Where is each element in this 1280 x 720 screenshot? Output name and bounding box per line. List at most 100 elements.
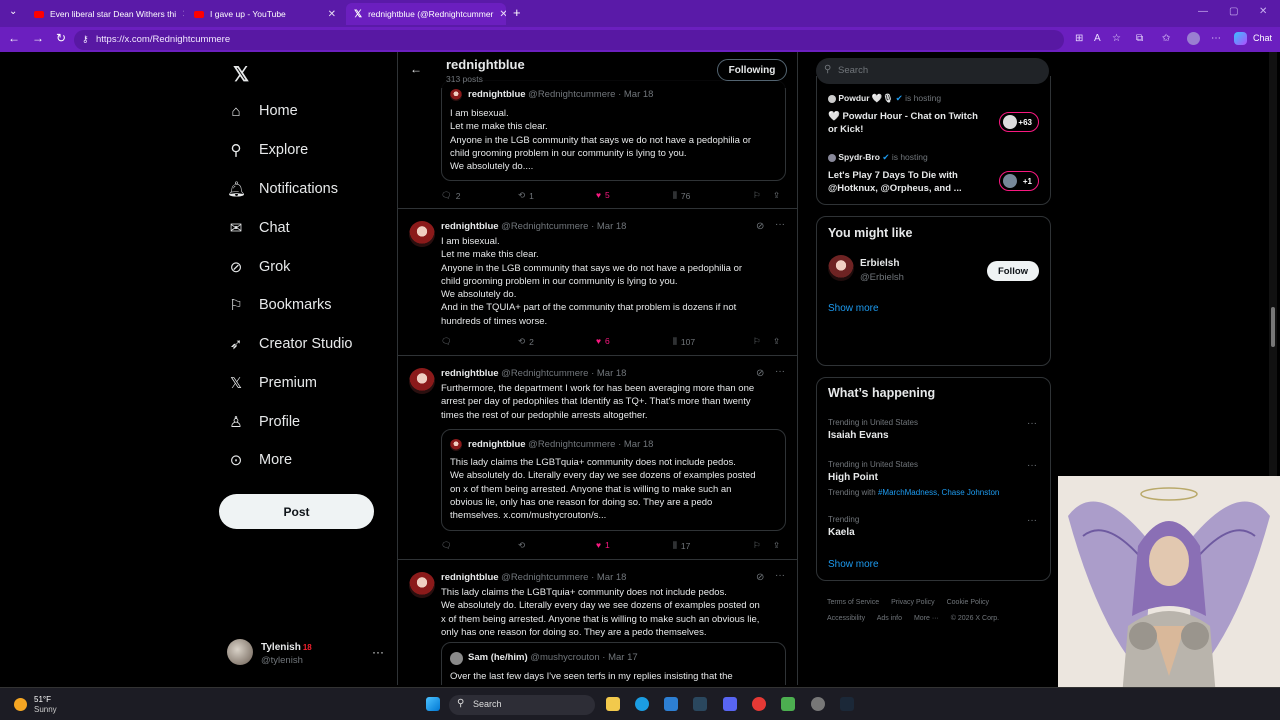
favorites-icon[interactable]: ✩: [1162, 33, 1170, 44]
footer-link[interactable]: Accessibility: [827, 615, 865, 622]
discord-icon[interactable]: [723, 697, 737, 711]
quoted-tweet[interactable]: rednightblue @Rednightcummere · Mar 18 T…: [441, 429, 786, 531]
nav-item-profile[interactable]: ♙ Profile: [227, 407, 300, 437]
settings-more-icon[interactable]: ⋯: [1211, 33, 1221, 44]
back-arrow-icon[interactable]: ←: [410, 62, 422, 76]
following-button[interactable]: Following: [717, 59, 787, 81]
avatar[interactable]: [828, 255, 854, 281]
avatar[interactable]: [409, 221, 435, 247]
nav-item-more[interactable]: ⊙ More: [227, 445, 292, 475]
copilot-icon[interactable]: [1234, 32, 1247, 45]
trend-related-link[interactable]: #MarchMadness, Chase Johnston: [878, 488, 999, 497]
reply-button[interactable]: 🗨︎ 2: [441, 190, 461, 201]
more-icon[interactable]: ···: [372, 645, 384, 659]
footer-link[interactable]: More ···: [914, 615, 939, 622]
bookmark-button[interactable]: ⚐: [753, 540, 761, 551]
views-button[interactable]: ⫼ 107: [673, 336, 695, 347]
more-icon[interactable]: ···: [775, 570, 785, 581]
window-close-icon[interactable]: ✕: [1259, 6, 1267, 17]
bookmark-button[interactable]: ⚐: [753, 190, 761, 201]
nav-item-explore[interactable]: ⚲ Explore: [227, 135, 309, 165]
tab-youtube-2[interactable]: I gave up - YouTube ✕: [186, 3, 344, 25]
more-icon[interactable]: ···: [1027, 515, 1037, 526]
close-icon[interactable]: ✕: [499, 9, 506, 20]
like-button[interactable]: ♥ 1: [596, 540, 610, 550]
avatar[interactable]: [409, 368, 435, 394]
close-icon[interactable]: ✕: [328, 9, 336, 20]
minimize-icon[interactable]: —: [1198, 6, 1208, 17]
start-icon[interactable]: [426, 697, 440, 711]
store-icon[interactable]: [664, 697, 678, 711]
space-listeners-pill[interactable]: +1: [999, 171, 1039, 191]
avatar[interactable]: [409, 572, 435, 598]
extensions-icon[interactable]: ⧉: [1136, 33, 1143, 44]
reply-button[interactable]: 🗨︎: [441, 336, 456, 347]
show-more-link[interactable]: Show more: [828, 559, 879, 570]
taskbar-search[interactable]: ⚲ Search: [449, 695, 595, 715]
tweet[interactable]: rednightblue @Rednightcummere · Mar 18 ⊘…: [398, 209, 797, 356]
new-tab-icon[interactable]: +: [513, 5, 521, 20]
quoted-tweet[interactable]: rednightblue @Rednightcummere · Mar 18 I…: [441, 80, 786, 181]
nav-item-bookmarks[interactable]: ⚐ Bookmarks: [227, 290, 331, 320]
suggested-name[interactable]: Erbielsh: [860, 258, 899, 269]
space-title[interactable]: Let's Play 7 Days To Die with @Hotknux, …: [828, 169, 988, 195]
s-app-icon[interactable]: [752, 697, 766, 711]
steam-icon[interactable]: [693, 697, 707, 711]
tweet[interactable]: rednightblue @Rednightcummere · Mar 18 ⊘…: [398, 560, 797, 685]
account-switcher[interactable]: Tylenish 18 @tylenish ···: [227, 637, 387, 671]
grok-icon[interactable]: ⊘: [756, 368, 764, 379]
follow-button[interactable]: Follow: [987, 261, 1039, 281]
settings-app-icon[interactable]: [811, 697, 825, 711]
maximize-icon[interactable]: ▢: [1229, 6, 1238, 17]
show-more-link[interactable]: Show more: [828, 303, 879, 314]
like-button[interactable]: ♥ 6: [596, 336, 610, 346]
repost-button[interactable]: ⟲ 1: [518, 190, 534, 201]
read-aloud-icon[interactable]: A: [1094, 33, 1101, 44]
footer-link[interactable]: Cookie Policy: [947, 599, 989, 606]
close-icon[interactable]: ✕: [182, 9, 184, 20]
trend-name[interactable]: High Point: [828, 472, 878, 483]
favorite-star-icon[interactable]: ☆: [1112, 33, 1121, 44]
site-info-icon[interactable]: ⚷: [82, 34, 89, 45]
repost-button[interactable]: ⟲ 2: [518, 336, 534, 347]
app-available-icon[interactable]: ⊞: [1075, 33, 1083, 44]
edge-browser-icon[interactable]: [635, 697, 649, 711]
x-logo-icon[interactable]: 𝕏: [233, 62, 249, 87]
footer-link[interactable]: Ads info: [877, 615, 902, 622]
share-button[interactable]: ⇪: [773, 190, 780, 201]
weather-widget[interactable]: 51°F Sunny: [14, 694, 104, 716]
tab-youtube-1[interactable]: Even liberal star Dean Withers thi ✕: [26, 3, 184, 25]
tab-list-chevron-icon[interactable]: ⌄: [9, 6, 17, 17]
reload-icon[interactable]: ↻: [56, 31, 66, 45]
steam-app-icon-2[interactable]: [840, 697, 854, 711]
grok-icon[interactable]: ⊘: [756, 572, 764, 583]
more-icon[interactable]: ···: [775, 366, 785, 377]
back-icon[interactable]: ←: [8, 31, 20, 45]
file-explorer-icon[interactable]: [606, 697, 620, 711]
quoted-tweet[interactable]: Sam (he/him) @mushycrouton · Mar 17 Over…: [441, 642, 786, 685]
like-button[interactable]: ♥ 5: [596, 190, 610, 200]
url-field[interactable]: ⚷ https://x.com/Rednightcummere: [74, 30, 1064, 50]
nav-item-home[interactable]: ⌂ Home: [227, 96, 297, 126]
views-button[interactable]: ⫼ 17: [673, 540, 690, 551]
space-title[interactable]: 🤍 Powdur Hour - Chat on Twitch or Kick!: [828, 110, 988, 136]
more-icon[interactable]: ···: [1027, 460, 1037, 471]
footer-link[interactable]: Terms of Service: [827, 599, 879, 606]
repost-button[interactable]: ⟲: [518, 540, 529, 551]
trend-name[interactable]: Isaiah Evans: [828, 430, 889, 441]
more-icon[interactable]: ···: [775, 219, 785, 230]
profile-avatar-icon[interactable]: [1187, 32, 1200, 45]
grok-icon[interactable]: ⊘: [756, 221, 764, 232]
trend-name[interactable]: Kaela: [828, 527, 855, 538]
footer-link[interactable]: Privacy Policy: [891, 599, 935, 606]
bookmark-button[interactable]: ⚐: [753, 336, 761, 347]
share-button[interactable]: ⇪: [773, 540, 780, 551]
nav-item-creator-studio[interactable]: ➶ Creator Studio: [227, 329, 353, 359]
nav-item-notifications[interactable]: 🔔︎ Notifications: [227, 174, 338, 204]
nav-item-chat[interactable]: ✉ Chat: [227, 213, 290, 243]
scrollbar-thumb[interactable]: [1271, 307, 1275, 347]
post-button[interactable]: Post: [219, 494, 374, 529]
nav-item-grok[interactable]: ⊘ Grok: [227, 252, 291, 282]
nav-item-premium[interactable]: 𝕏 Premium: [227, 368, 317, 398]
space-listeners-pill[interactable]: +63: [999, 112, 1039, 132]
